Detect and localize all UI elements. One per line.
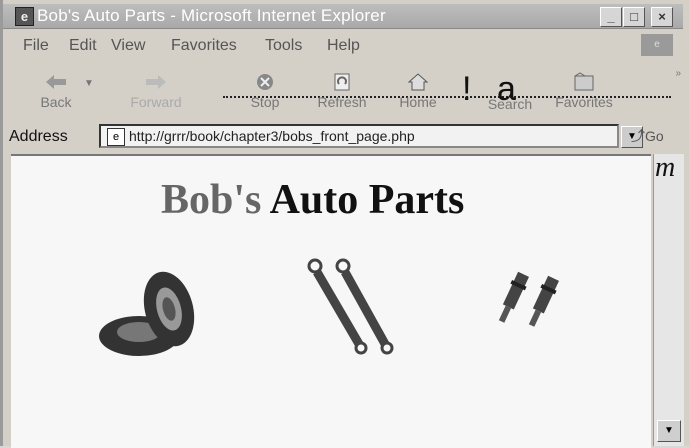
ie-window-icon[interactable]: e — [15, 7, 34, 26]
maximize-button[interactable]: □ — [623, 7, 645, 27]
close-button[interactable]: × — [651, 7, 673, 27]
exclamation-glyph: ! — [462, 70, 472, 108]
browser-window: e Bob's Auto Parts - Microsoft Internet … — [0, 0, 689, 448]
refresh-button[interactable]: Refresh — [309, 66, 375, 118]
page-heading: Bob's Auto Parts — [161, 176, 464, 224]
ie-throbber-logo: e — [641, 34, 673, 56]
menu-edit[interactable]: Edit — [69, 37, 97, 55]
go-button[interactable]: ⤴Go — [631, 126, 664, 146]
stop-button[interactable]: Stop — [237, 66, 293, 118]
toolbar-overflow-chevron[interactable]: » — [675, 68, 681, 79]
shock-absorbers-icon — [307, 258, 394, 355]
home-label: Home — [399, 94, 437, 110]
menu-tools[interactable]: Tools — [265, 37, 302, 55]
go-label: Go — [645, 128, 664, 144]
home-button[interactable]: Home — [387, 66, 449, 118]
heading-bobs: Bob's — [161, 177, 262, 223]
address-label: Address — [9, 128, 68, 145]
menu-bar: File Edit View Favorites Tools Help e — [9, 34, 683, 58]
favorites-button[interactable]: Favorites — [547, 66, 621, 118]
back-button[interactable]: Back — [31, 66, 81, 118]
menu-help[interactable]: Help — [327, 37, 360, 55]
address-input[interactable]: e http://grrr/book/chapter3/bobs_front_p… — [99, 124, 643, 148]
favorites-label: Favorites — [555, 94, 613, 110]
spark-plugs-icon — [498, 271, 559, 327]
menu-view[interactable]: View — [111, 37, 145, 55]
stop-icon — [257, 74, 273, 90]
menu-favorites[interactable]: Favorites — [171, 37, 237, 55]
forward-label: Forward — [130, 94, 182, 110]
page-icon: e — [107, 128, 125, 146]
back-label: Back — [40, 94, 72, 110]
stop-label: Stop — [250, 94, 280, 110]
scroll-down-arrow-icon[interactable]: ▼ — [657, 420, 681, 442]
search-button[interactable]: Search — [477, 68, 543, 120]
title-bar[interactable]: e Bob's Auto Parts - Microsoft Internet … — [3, 4, 683, 29]
refresh-icon — [334, 73, 350, 91]
minimize-button[interactable]: _ — [600, 7, 622, 27]
page-content: Bob's Auto Parts — [11, 154, 651, 448]
back-arrow-icon — [46, 75, 66, 89]
window-title: Bob's Auto Parts - Microsoft Internet Ex… — [37, 6, 386, 25]
forward-button[interactable]: Forward — [121, 66, 191, 118]
standard-toolbar: Back ▼ Forward Stop Refresh Home ! a Sea… — [9, 66, 683, 118]
vertical-scrollbar[interactable]: ▼ — [653, 154, 684, 446]
tires-icon — [99, 271, 195, 356]
heading-auto-parts: Auto Parts — [269, 177, 465, 223]
address-bar: Address e http://grrr/book/chapter3/bobs… — [9, 120, 685, 152]
home-icon — [407, 73, 429, 91]
menu-file[interactable]: File — [23, 37, 49, 55]
corner-mark: m — [655, 152, 676, 183]
search-label: Search — [487, 96, 533, 112]
back-dropdown[interactable]: ▼ — [81, 66, 97, 118]
favorites-icon — [574, 72, 594, 91]
address-url[interactable]: http://grrr/book/chapter3/bobs_front_pag… — [129, 128, 415, 144]
forward-arrow-icon — [146, 75, 166, 89]
refresh-label: Refresh — [317, 94, 367, 110]
